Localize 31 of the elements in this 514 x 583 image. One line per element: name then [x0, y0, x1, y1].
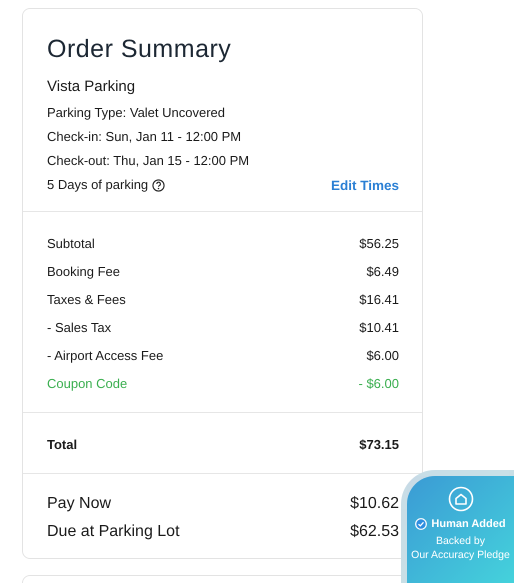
total-amount: $73.15 [359, 436, 399, 452]
help-icon[interactable] [152, 178, 166, 192]
house-icon [448, 486, 474, 512]
charge-label: Subtotal [47, 236, 95, 250]
charge-amount: $56.25 [359, 236, 399, 250]
payment-amount: $10.62 [350, 495, 399, 513]
total-label: Total [47, 436, 78, 452]
charge-label: Coupon Code [47, 376, 128, 390]
charge-label: - Sales Tax [47, 320, 112, 334]
charge-amount: - $6.00 [358, 376, 399, 390]
charge-amount: $16.41 [359, 292, 399, 306]
payment-label: Pay Now [47, 495, 112, 513]
parking-duration: 5 Days of parking [47, 176, 148, 194]
venue-name: Vista Parking [47, 78, 136, 95]
charge-label: Booking Fee [47, 264, 120, 278]
charge-label: - Airport Access Fee [47, 348, 164, 362]
charge-amount: $6.49 [366, 264, 399, 278]
charge-label: Taxes & Fees [47, 292, 126, 306]
edit-times-link[interactable]: Edit Times [330, 178, 399, 192]
payment-amount: $62.53 [350, 523, 399, 541]
badge-caption: Our Accuracy Pledge [411, 548, 510, 562]
booking-detail: Check-out: Thu, Jan 15 - 12:00 PM [47, 152, 250, 170]
charge-amount: $10.41 [359, 320, 399, 334]
payment-label: Due at Parking Lot [47, 523, 180, 541]
charge-amount: $6.00 [366, 348, 399, 362]
check-icon [415, 518, 428, 530]
summary-title: Order Summary [47, 35, 232, 64]
booking-detail: Check-in: Sun, Jan 11 - 12:00 PM [47, 128, 242, 146]
badge-title: Human Added [431, 518, 506, 530]
badge-caption: Backed by [434, 534, 486, 548]
booking-detail: Parking Type: Valet Uncovered [47, 104, 226, 122]
